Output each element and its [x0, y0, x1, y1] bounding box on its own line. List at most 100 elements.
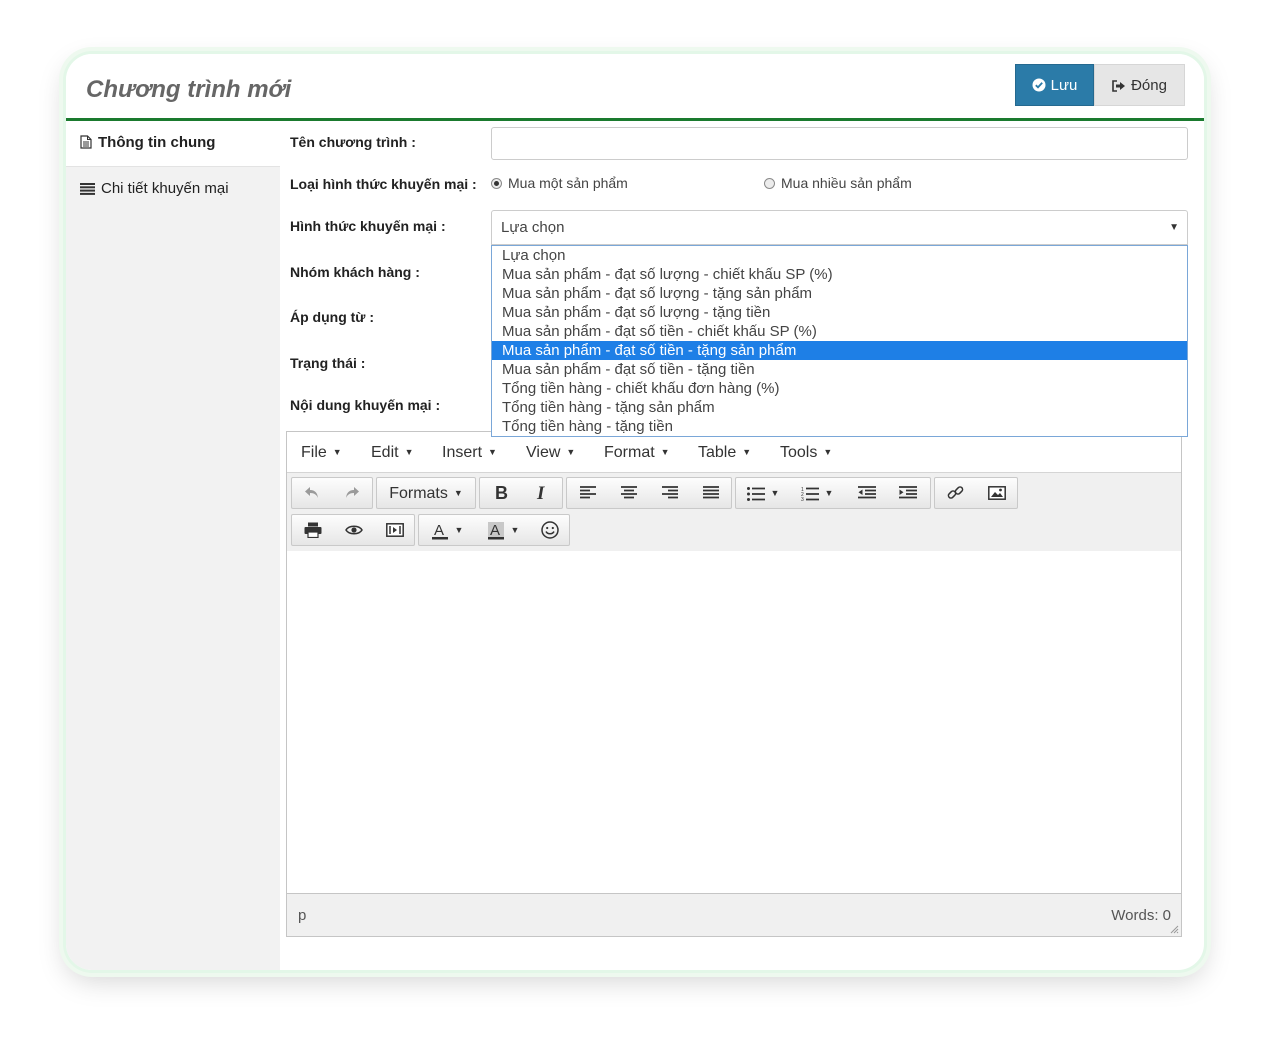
menu-edit[interactable]: Edit ▼	[371, 432, 414, 472]
align-center-button[interactable]	[608, 478, 649, 508]
element-path[interactable]: p	[298, 907, 306, 924]
link-icon	[947, 485, 963, 499]
radio-label: Mua một sản phẩm	[508, 175, 628, 191]
background-color-button[interactable]: A ▼	[475, 515, 531, 545]
radio-single-product[interactable]: Mua một sản phẩm	[491, 175, 628, 191]
dropdown-option[interactable]: Tổng tiền hàng - chiết khấu đơn hàng (%)	[492, 379, 1187, 398]
rich-text-editor: File ▼ Edit ▼ Insert ▼ View ▼ Format ▼ Table ▼…	[286, 431, 1182, 937]
list-icon	[80, 183, 95, 195]
image-button[interactable]	[976, 478, 1017, 508]
caret-down-icon: ▼	[823, 447, 833, 457]
emoticons-button[interactable]	[531, 515, 569, 545]
customer-group-label: Nhóm khách hàng :	[290, 264, 420, 280]
link-button[interactable]	[935, 478, 976, 508]
align-right-button[interactable]	[649, 478, 690, 508]
bullet-list-icon	[746, 486, 765, 501]
alignment-group	[566, 477, 732, 509]
page-title: Chương trình mới	[86, 76, 292, 103]
dropdown-option[interactable]: Mua sản phẩm - đạt số tiền - chiết khấu …	[492, 322, 1187, 341]
editor-menubar: File ▼ Edit ▼ Insert ▼ View ▼ Format ▼ Table ▼…	[287, 432, 1181, 472]
dropdown-option[interactable]: Tổng tiền hàng - tặng sản phẩm	[492, 398, 1187, 417]
editor-toolbar: Formats ▼ B I ▼ 1 2 3 ▼ A ▼ A ▼	[287, 472, 1181, 552]
promotion-method-label: Hình thức khuyến mại :	[290, 218, 446, 234]
print-icon	[304, 522, 321, 538]
editor-content-area[interactable]	[287, 551, 1181, 895]
sidebar-item-label: Thông tin chung	[98, 134, 216, 151]
radio-button[interactable]	[764, 178, 775, 189]
program-name-label: Tên chương trình :	[290, 134, 416, 150]
dropdown-option[interactable]: Tổng tiền hàng - tặng tiền	[492, 417, 1187, 436]
promotion-content-label: Nội dung khuyến mại :	[290, 397, 441, 413]
bold-button[interactable]: B	[480, 478, 521, 508]
close-button[interactable]: Đóng	[1094, 64, 1185, 106]
radio-label: Mua nhiều sản phẩm	[781, 175, 912, 191]
svg-text:I: I	[536, 485, 545, 501]
indent-icon	[898, 485, 917, 499]
undo-redo-group	[291, 477, 373, 509]
svg-text:A: A	[490, 522, 500, 539]
insert-group	[934, 477, 1018, 509]
indent-button[interactable]	[887, 478, 928, 508]
text-style-group: B I	[479, 477, 563, 509]
sidebar-item-general-info[interactable]: Thông tin chung	[66, 121, 280, 167]
align-justify-icon	[702, 485, 719, 499]
save-button[interactable]: Lưu	[1015, 64, 1094, 106]
caret-down-icon: ▼	[742, 447, 752, 457]
save-label: Lưu	[1050, 77, 1078, 94]
dropdown-option[interactable]: Lựa chọn	[492, 246, 1187, 265]
menu-file[interactable]: File ▼	[301, 432, 342, 472]
editor-statusbar: p Words: 0	[287, 893, 1181, 936]
media-button[interactable]	[374, 515, 415, 545]
caret-down-icon: ▼	[488, 447, 497, 457]
caret-down-icon: ▼	[824, 488, 834, 498]
radio-multiple-products[interactable]: Mua nhiều sản phẩm	[764, 175, 912, 191]
outdent-icon	[857, 485, 876, 499]
menu-view[interactable]: View ▼	[526, 432, 575, 472]
resize-handle-icon[interactable]	[1170, 925, 1179, 934]
menu-format[interactable]: Format ▼	[604, 432, 670, 472]
align-justify-button[interactable]	[690, 478, 731, 508]
color-group: A ▼ A ▼	[418, 514, 570, 546]
promotion-method-select[interactable]: Lựa chọn ▼	[491, 210, 1188, 245]
numbered-list-button[interactable]: 1 2 3 ▼	[790, 478, 844, 508]
svg-text:3: 3	[801, 497, 804, 501]
caret-down-icon: ▼	[660, 447, 670, 457]
undo-icon	[305, 486, 318, 498]
undo-button[interactable]	[292, 478, 332, 508]
outdent-button[interactable]	[846, 478, 887, 508]
caret-down-icon: ▼	[770, 488, 780, 498]
italic-button[interactable]: I	[521, 478, 562, 508]
smiley-icon	[541, 521, 559, 539]
dropdown-option[interactable]: Mua sản phẩm - đạt số tiền - tặng tiền	[492, 360, 1187, 379]
sidebar-item-promotion-details[interactable]: Chi tiết khuyến mại	[66, 167, 280, 213]
caret-down-icon: ▼	[454, 525, 464, 535]
sidebar: Thông tin chung Chi tiết khuyến mại	[66, 121, 280, 970]
align-left-button[interactable]	[567, 478, 608, 508]
align-left-icon	[579, 485, 596, 499]
formats-dropdown[interactable]: Formats ▼	[376, 477, 476, 509]
menu-insert[interactable]: Insert ▼	[442, 432, 497, 472]
redo-button[interactable]	[332, 478, 372, 508]
dropdown-option[interactable]: Mua sản phẩm - đạt số lượng - tặng tiền	[492, 303, 1187, 322]
print-button[interactable]	[292, 515, 333, 545]
text-color-button[interactable]: A ▼	[419, 515, 475, 545]
menu-tools[interactable]: Tools ▼	[780, 432, 832, 472]
dropdown-option[interactable]: Mua sản phẩm - đạt số lượng - chiết khấu…	[492, 265, 1187, 284]
status-label: Trạng thái :	[290, 355, 366, 371]
svg-text:A: A	[434, 522, 444, 539]
caret-down-icon: ▼	[1169, 222, 1179, 233]
check-circle-icon	[1032, 78, 1046, 92]
align-center-icon	[620, 485, 637, 499]
radio-button[interactable]	[491, 178, 502, 189]
numbered-list-icon: 123	[801, 487, 819, 503]
bullet-list-button[interactable]: ▼	[736, 478, 790, 508]
program-name-input[interactable]	[491, 127, 1188, 160]
apply-from-label: Áp dụng từ :	[290, 309, 374, 325]
preview-button[interactable]	[333, 515, 374, 545]
menu-table[interactable]: Table ▼	[698, 432, 751, 472]
list-indent-group: ▼ 1 2 3 ▼	[735, 477, 931, 509]
select-value: Lựa chọn	[501, 219, 565, 236]
redo-icon	[346, 486, 359, 498]
dropdown-option[interactable]: Mua sản phẩm - đạt số lượng - tặng sản p…	[492, 284, 1187, 303]
dropdown-option-highlighted[interactable]: Mua sản phẩm - đạt số tiền - tặng sản ph…	[492, 341, 1187, 360]
